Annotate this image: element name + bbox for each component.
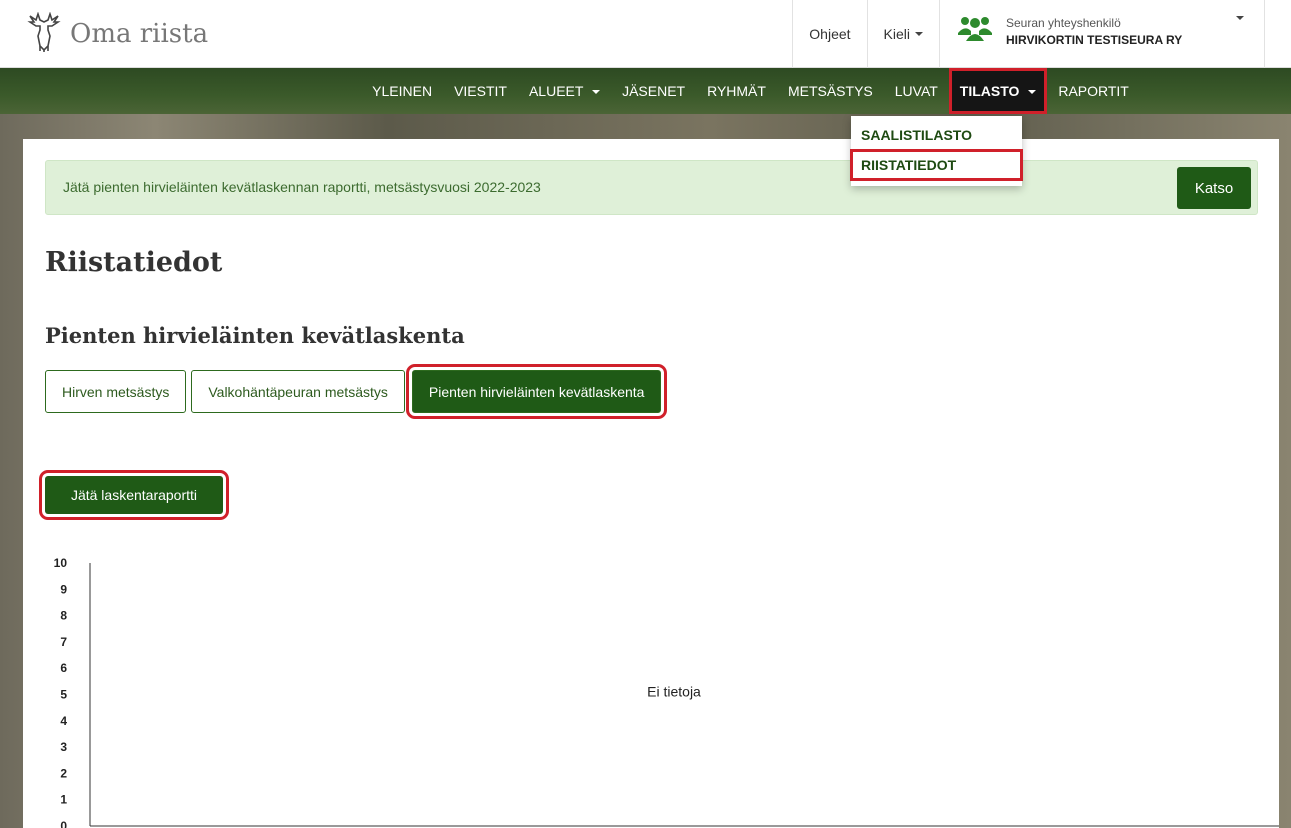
user-role: Seuran yhteyshenkilö — [1006, 16, 1121, 30]
y-tick-label: 0 — [60, 819, 67, 828]
y-tick-label: 6 — [60, 661, 67, 675]
caret-down-icon — [1028, 90, 1037, 95]
caret-down-icon — [592, 90, 601, 95]
page-title: Riistatiedot — [45, 247, 223, 278]
y-tick-label: 3 — [60, 740, 67, 754]
app-title: Oma riista — [70, 19, 209, 49]
tab-pienten-hirvielainten-kevatlaskenta[interactable]: Pienten hirvieläinten kevätlaskenta — [405, 364, 668, 419]
top-bar: Oma riista Ohjeet Kieli Seuran yhteyshen… — [0, 0, 1291, 68]
main-nav: YLEINEN VIESTIT ALUEET JÄSENET RYHMÄT ME… — [0, 68, 1291, 114]
submit-report-button[interactable]: Jätä laskentaraportti — [39, 470, 229, 520]
help-link[interactable]: Ohjeet — [792, 0, 866, 68]
nav-raportit[interactable]: RAPORTIT — [1047, 68, 1140, 114]
info-alert: Jätä pienten hirvieläinten kevätlaskenna… — [45, 160, 1258, 215]
y-tick-label: 10 — [54, 556, 68, 570]
nav-jasenet[interactable]: JÄSENET — [611, 68, 696, 114]
nav-yleinen[interactable]: YLEINEN — [361, 68, 443, 114]
dropdown-item-riistatiedot[interactable]: RIISTATIEDOT — [850, 149, 1023, 181]
y-tick-label: 7 — [60, 635, 67, 649]
nav-tilasto-label: TILASTO — [959, 83, 1020, 99]
y-tick-label: 5 — [60, 688, 67, 702]
tab-bar: Hirven metsästys Valkohäntäpeuran metsäs… — [45, 364, 668, 419]
alert-text: Jätä pienten hirvieläinten kevätlaskenna… — [63, 179, 541, 195]
caret-down-icon — [1236, 16, 1244, 20]
tab-hirven-metsastys[interactable]: Hirven metsästys — [45, 370, 187, 413]
alert-view-button[interactable]: Katso — [1177, 167, 1251, 209]
moose-icon — [27, 12, 61, 52]
group-icon — [958, 17, 992, 41]
y-tick-label: 8 — [60, 609, 67, 623]
y-tick-label: 1 — [60, 793, 67, 807]
nav-alueet-label: ALUEET — [528, 83, 584, 99]
no-data-message: Ei tietoja — [647, 684, 701, 700]
main-content: Jätä pienten hirvieläinten kevätlaskenna… — [23, 139, 1279, 828]
nav-viestit[interactable]: VIESTIT — [443, 68, 518, 114]
tab-valkohantapeuran-metsastys[interactable]: Valkohäntäpeuran metsästys — [191, 370, 405, 413]
language-label: Kieli — [883, 26, 910, 42]
caret-down-icon — [915, 32, 923, 36]
y-tick-label: 4 — [60, 714, 67, 728]
dropdown-item-saalistilasto[interactable]: SAALISTILASTO — [851, 120, 1022, 150]
nav-tilasto[interactable]: TILASTO — [948, 68, 1048, 114]
chart: 0 1 2 3 4 5 6 7 8 9 10 Ei tietoja — [54, 556, 1279, 828]
tilasto-dropdown: SAALISTILASTO RIISTATIEDOT — [850, 116, 1023, 186]
section-title: Pienten hirvieläinten kevätlaskenta — [45, 323, 465, 348]
top-nav: Ohjeet Kieli Seuran yhteyshenkilö HIRVIK… — [792, 0, 1265, 68]
nav-ryhmat[interactable]: RYHMÄT — [696, 68, 777, 114]
language-menu[interactable]: Kieli — [866, 0, 939, 68]
nav-luvat[interactable]: LUVAT — [884, 68, 949, 114]
logo[interactable]: Oma riista — [26, 12, 208, 52]
y-tick-label: 2 — [60, 766, 67, 780]
nav-metsastys[interactable]: METSÄSTYS — [777, 68, 884, 114]
user-menu[interactable]: Seuran yhteyshenkilö HIRVIKORTIN TESTISE… — [939, 0, 1265, 68]
y-tick-label: 9 — [60, 582, 67, 596]
club-name: HIRVIKORTIN TESTISEURA RY — [1006, 33, 1183, 47]
nav-alueet[interactable]: ALUEET — [518, 68, 611, 114]
